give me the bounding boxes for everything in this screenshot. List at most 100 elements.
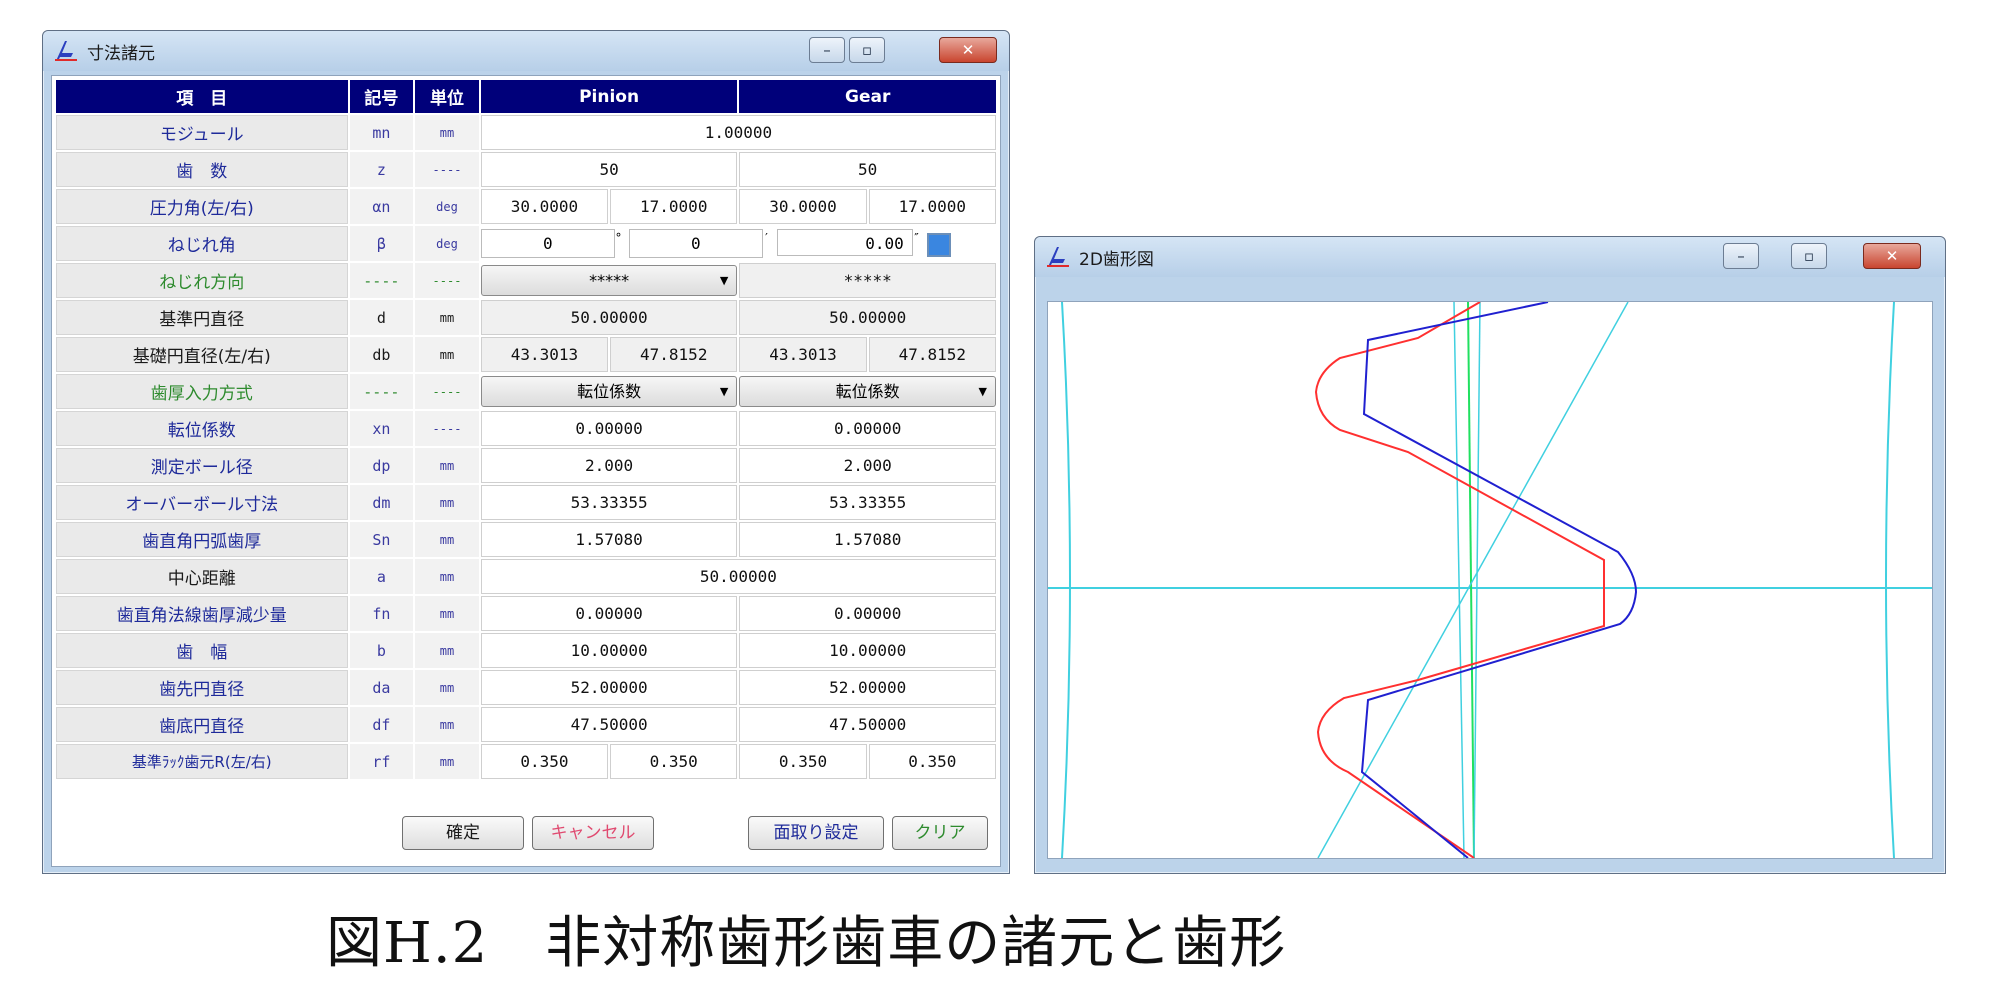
close-button[interactable]: ✕ xyxy=(939,37,997,63)
cancel-button[interactable]: キャンセル xyxy=(532,816,654,850)
row-symbol: a xyxy=(349,559,414,594)
row-symbol: αn xyxy=(349,189,414,224)
pinion-base-right: 47.8152 xyxy=(610,337,738,372)
row-unit: mm xyxy=(415,670,479,705)
table-row: モジュール mn mm 1.00000 xyxy=(56,115,996,150)
pinion-thickness-reduction-input[interactable]: 0.00000 xyxy=(480,596,738,631)
helix-checkbox[interactable] xyxy=(926,233,951,257)
profile-canvas[interactable] xyxy=(1047,301,1933,859)
minimize-button[interactable]: – xyxy=(1723,243,1759,269)
gear-pressure-left-input[interactable]: 30.0000 xyxy=(739,189,867,224)
app-logo-icon xyxy=(1047,247,1069,267)
gear-thickness-method-dropdown[interactable]: 転位係数 ▼ xyxy=(739,376,996,407)
row-unit: mm xyxy=(415,485,479,520)
pinion-teeth-input[interactable]: 50 xyxy=(480,152,738,187)
clear-button[interactable]: クリア xyxy=(892,816,988,850)
helix-degree-input[interactable]: 0 xyxy=(480,229,615,258)
maximize-button[interactable]: ▫ xyxy=(1791,243,1827,269)
table-row: 歯 幅 b mm 10.00000 10.00000 xyxy=(56,633,996,668)
table-row: オーバーボール寸法 dm mm 53.33355 53.33355 xyxy=(56,485,996,520)
gear-shift-input[interactable]: 0.00000 xyxy=(739,411,996,446)
header-symbol: 記号 xyxy=(349,80,414,113)
maximize-icon: ▫ xyxy=(861,41,873,59)
row-unit: deg xyxy=(415,189,479,224)
chamfer-settings-button[interactable]: 面取り設定 xyxy=(748,816,884,850)
pinion-rack-radius-right-input[interactable]: 0.350 xyxy=(610,744,738,779)
center-distance-input[interactable]: 50.00000 xyxy=(480,559,996,594)
pinion-direction-cell: ***** ▼ xyxy=(480,263,738,298)
row-unit: mm xyxy=(415,707,479,742)
chevron-down-icon: ▼ xyxy=(719,385,729,398)
gear-teeth-input[interactable]: 50 xyxy=(739,152,996,187)
row-unit: ---- xyxy=(415,411,479,446)
profile-window-title: 2D歯形図 xyxy=(1079,250,1154,270)
table-row: ねじれ角 β deg 0 ° 0 ′ 0.00 ″ xyxy=(56,226,996,261)
degree-mark: ° xyxy=(614,231,623,245)
gear-face-width-input[interactable]: 10.00000 xyxy=(739,633,996,668)
table-row: 歯先円直径 da mm 52.00000 52.00000 xyxy=(56,670,996,705)
helix-second-input[interactable]: 0.00 xyxy=(776,229,913,256)
dimension-client: 項 目 記号 単位 Pinion Gear モジュール mn mm 1.0000… xyxy=(51,75,1001,867)
helix-minute-input[interactable]: 0 xyxy=(628,229,763,258)
pinion-shift-input[interactable]: 0.00000 xyxy=(480,411,738,446)
gear-pressure-right-input[interactable]: 17.0000 xyxy=(868,189,996,224)
module-input[interactable]: 1.00000 xyxy=(480,115,996,150)
table-row: 基準ﾗｯｸ歯元R(左/右) rf mm 0.350 0.350 0.350 0.… xyxy=(56,744,996,779)
pinion-arc-thickness-input[interactable]: 1.57080 xyxy=(480,522,738,557)
gear-arc-thickness-input[interactable]: 1.57080 xyxy=(739,522,996,557)
row-label: 歯 幅 xyxy=(56,633,348,668)
row-symbol: db xyxy=(349,337,414,372)
row-label: ねじれ角 xyxy=(56,226,348,261)
gear-tooth-profile xyxy=(1360,302,1638,858)
minimize-button[interactable]: – xyxy=(809,37,845,63)
row-label: 中心距離 xyxy=(56,559,348,594)
right-base-circle-line xyxy=(1885,302,1895,858)
gear-base-left: 43.3013 xyxy=(739,337,867,372)
gear-tip-diameter-input[interactable]: 52.00000 xyxy=(739,670,996,705)
pinion-helix-direction-dropdown[interactable]: ***** ▼ xyxy=(480,265,738,296)
confirm-button[interactable]: 確定 xyxy=(402,816,524,850)
gear-over-ball-input[interactable]: 53.33355 xyxy=(739,485,996,520)
row-unit: mm xyxy=(415,596,479,631)
gear-rack-radius-right-input[interactable]: 0.350 xyxy=(868,744,996,779)
pinion-rack-radius-left-input[interactable]: 0.350 xyxy=(480,744,609,779)
gear-rack-radius-left-input[interactable]: 0.350 xyxy=(739,744,867,779)
dropdown-value: 転位係数 xyxy=(835,382,900,401)
row-symbol: Sn xyxy=(349,522,414,557)
dropdown-value: 転位係数 xyxy=(577,382,642,401)
pinion-ball-diameter-input[interactable]: 2.000 xyxy=(480,448,738,483)
profile-window-titlebar[interactable]: 2D歯形図 – ▫ ✕ xyxy=(1035,237,1945,277)
maximize-button[interactable]: ▫ xyxy=(849,37,885,63)
pinion-pressure-right-input[interactable]: 17.0000 xyxy=(610,189,738,224)
row-symbol: b xyxy=(349,633,414,668)
pinion-pressure-left-input[interactable]: 30.0000 xyxy=(480,189,609,224)
gear-root-diameter-input[interactable]: 47.50000 xyxy=(739,707,996,742)
pinion-root-diameter-input[interactable]: 47.50000 xyxy=(480,707,738,742)
helix-angle-cell: 0 ° 0 ′ 0.00 ″ xyxy=(480,226,996,261)
gear-ball-diameter-input[interactable]: 2.000 xyxy=(739,448,996,483)
dimension-window-title: 寸法諸元 xyxy=(87,44,155,64)
row-unit: mm xyxy=(415,522,479,557)
dimension-window-titlebar[interactable]: 寸法諸元 – ▫ ✕ xyxy=(43,31,1009,71)
table-row: ねじれ方向 ---- ---- ***** ▼ ***** xyxy=(56,263,996,298)
gear-pitch-diameter: 50.00000 xyxy=(739,300,996,335)
row-unit: deg xyxy=(415,226,479,261)
row-label: モジュール xyxy=(56,115,348,150)
pinion-over-ball-input[interactable]: 53.33355 xyxy=(480,485,738,520)
profile-window: 2D歯形図 – ▫ ✕ xyxy=(1034,236,1946,874)
table-row: 中心距離 a mm 50.00000 xyxy=(56,559,996,594)
app-logo-icon xyxy=(55,41,77,61)
row-unit: mm xyxy=(415,633,479,668)
table-row: 歯直角法線歯厚減少量 fn mm 0.00000 0.00000 xyxy=(56,596,996,631)
pinion-tip-diameter-input[interactable]: 52.00000 xyxy=(480,670,738,705)
left-base-circle-line xyxy=(1061,302,1071,858)
minimize-icon: – xyxy=(823,41,831,59)
pinion-thickness-method-dropdown[interactable]: 転位係数 ▼ xyxy=(480,376,738,407)
header-gear: Gear xyxy=(739,80,996,113)
pinion-face-width-input[interactable]: 10.00000 xyxy=(480,633,738,668)
table-header-row: 項 目 記号 単位 Pinion Gear xyxy=(56,80,996,113)
gear-helix-direction-value: ***** xyxy=(739,263,996,298)
gear-thickness-reduction-input[interactable]: 0.00000 xyxy=(739,596,996,631)
close-button[interactable]: ✕ xyxy=(1863,243,1921,269)
row-label: 基礎円直径(左/右) xyxy=(56,337,348,372)
